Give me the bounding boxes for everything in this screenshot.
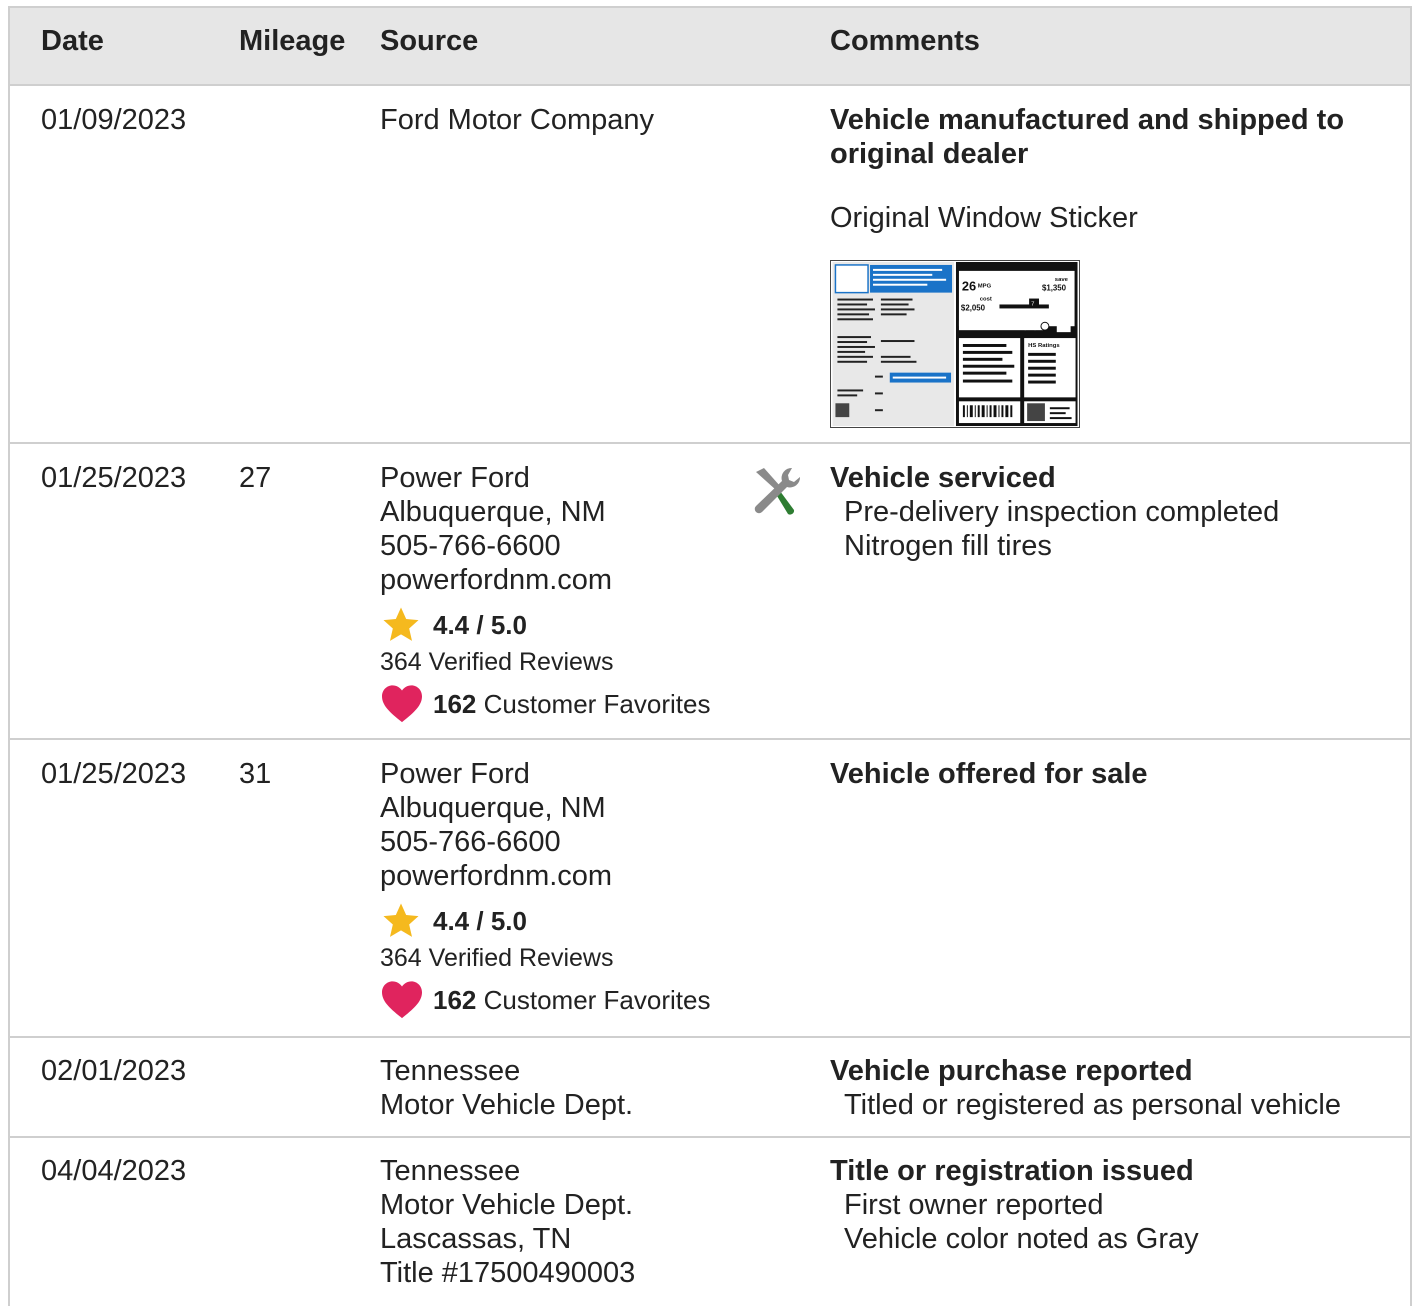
verified-reviews-link[interactable]: 364 Verified Reviews [380,645,613,679]
row-source: Power Ford Albuquerque, NM 505-766-6600 … [380,461,710,723]
dealer-rating: 4.4 / 5.0 [380,605,613,645]
comment-detail: Titled or registered as personal vehicle [844,1089,1342,1121]
window-sticker-label: Original Window Sticker [830,202,1138,234]
favorites-label: Customer Favorites [483,985,711,1015]
sticker-save: $1,350 [1042,284,1067,293]
favorites-count: 162 [433,689,477,719]
row-comments: Vehicle manufactured and shipped to orig… [830,103,1390,235]
source-line: Title #17500490003 [380,1257,636,1289]
sticker-cost-word: cost [980,297,992,303]
dealer-website[interactable]: powerfordnm.com [380,859,613,893]
table-row: 01/09/2023 Ford Motor Company Vehicle ma… [10,86,1410,444]
header-date: Date [41,25,104,57]
row-date: 02/01/2023 [41,1055,187,1087]
customer-favorites: 162 Customer Favorites [380,683,710,723]
header-comments: Comments [830,25,980,57]
row-date: 01/25/2023 [41,462,187,494]
table-row: 02/01/2023 Tennessee Motor Vehicle Dept.… [10,1038,1410,1138]
favorites-label: Customer Favorites [483,689,711,719]
sticker-cost: $2,050 [961,303,986,312]
row-source: Tennessee Motor Vehicle Dept. [380,1054,633,1122]
star-icon [383,903,419,937]
dealer-location: Albuquerque, NM [380,792,606,824]
row-mileage: 27 [239,462,272,494]
row-source: Ford Motor Company [380,103,654,137]
row-date: 04/04/2023 [41,1155,187,1187]
vehicle-history-table: Date Mileage Source Comments 01/09/2023 … [8,6,1412,1306]
row-source: Power Ford Albuquerque, NM 505-766-6600 … [380,757,710,1019]
sticker-rating-number: 7 [1031,301,1034,307]
dealer-website[interactable]: powerfordnm.com [380,563,613,597]
heart-icon [382,981,422,1019]
customer-favorites: 162 Customer Favorites [380,979,710,1019]
dealer-name: Power Ford [380,462,530,494]
sticker-save-word: save [1055,277,1069,283]
service-tools-icon [754,467,801,515]
heart-icon [382,685,422,723]
source-line: Ford Motor Company [380,104,654,136]
favorites-count: 162 [433,985,477,1015]
sticker-mpg: 26 [962,279,976,294]
comment-title: Vehicle manufactured and shipped to [830,104,1345,136]
source-line: Tennessee [380,1155,521,1187]
comment-title: Vehicle offered for sale [830,758,1148,790]
comment-title: Vehicle serviced [830,462,1056,494]
dealer-phone[interactable]: 505-766-6600 [380,529,613,563]
rating-score: 4.4 / 5.0 [433,906,527,936]
comment-detail: Pre-delivery inspection completed [844,496,1280,528]
row-source: Tennessee Motor Vehicle Dept. Lascassas,… [380,1154,635,1290]
row-mileage: 31 [239,758,272,790]
comment-title: Title or registration issued [830,1155,1194,1187]
source-line: Tennessee [380,1055,521,1087]
table-header: Date Mileage Source Comments [10,8,1410,86]
row-comments: Vehicle offered for sale [830,757,1390,791]
header-mileage: Mileage [239,25,346,57]
comment-detail: Nitrogen fill tires [844,530,1052,562]
dealer-name: Power Ford [380,758,530,790]
verified-reviews-link[interactable]: 364 Verified Reviews [380,941,613,975]
star-icon [383,607,419,641]
row-date: 01/09/2023 [41,104,187,136]
comment-title: original dealer [830,138,1029,170]
comment-detail: First owner reported [844,1189,1104,1221]
window-sticker-thumbnail[interactable]: 26 MPG save $1,350 cost $2,050 7 HS Rati… [830,260,1080,428]
row-date: 01/25/2023 [41,758,187,790]
sticker-ratings: HS Ratings [1028,343,1060,349]
source-line: Motor Vehicle Dept. [380,1089,634,1121]
row-comments: Title or registration issued First owner… [830,1154,1390,1256]
header-source: Source [380,25,479,57]
dealer-location: Albuquerque, NM [380,496,606,528]
source-line: Motor Vehicle Dept. [380,1189,634,1221]
row-comments: Vehicle purchase reported Titled or regi… [830,1054,1390,1122]
table-row: 01/25/2023 27 Power Ford Albuquerque, NM… [10,444,1410,740]
comment-title: Vehicle purchase reported [830,1055,1193,1087]
dealer-phone[interactable]: 505-766-6600 [380,825,613,859]
dealer-rating: 4.4 / 5.0 [380,901,613,941]
sticker-mpg-unit: MPG [978,284,992,290]
comment-detail: Vehicle color noted as Gray [844,1223,1199,1255]
source-line: Lascassas, TN [380,1223,572,1255]
rating-score: 4.4 / 5.0 [433,610,527,640]
table-row: 04/04/2023 Tennessee Motor Vehicle Dept.… [10,1138,1410,1308]
table-row: 01/25/2023 31 Power Ford Albuquerque, NM… [10,740,1410,1038]
row-comments: Vehicle serviced Pre-delivery inspection… [830,461,1390,563]
